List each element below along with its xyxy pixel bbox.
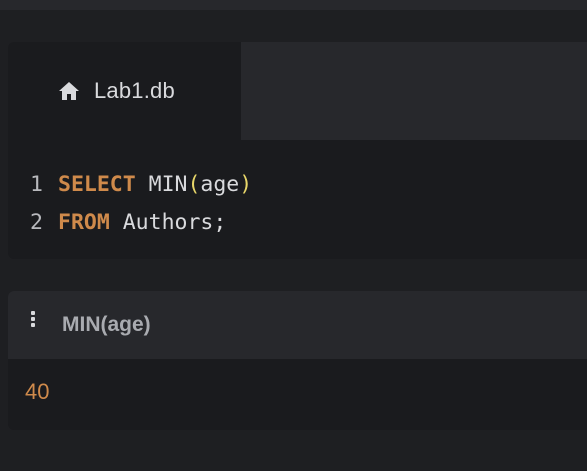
column-header-min-age[interactable]: MIN(age) (62, 291, 151, 359)
code-line-2: 2 FROM Authors; (8, 204, 587, 242)
table-name: Authors; (122, 210, 227, 235)
tab-label: Lab1.db (94, 78, 175, 103)
line-number: 2 (30, 210, 43, 235)
result-header: MIN(age) (8, 291, 587, 359)
code-line-1: 1 SELECT MIN(age) (8, 166, 587, 204)
sql-editor[interactable]: 1 SELECT MIN(age) 2 FROM Authors; (8, 166, 587, 242)
keyword-select: SELECT (58, 172, 136, 197)
kebab-menu-icon[interactable] (28, 309, 38, 329)
open-paren: ( (187, 172, 201, 197)
editor-panel: Lab1.db 1 SELECT MIN(age) 2 FROM Authors; (8, 42, 587, 259)
results-panel: MIN(age) 40 (8, 291, 587, 430)
top-strip (0, 0, 587, 10)
keyword-from: FROM (58, 210, 110, 235)
close-paren: ) (239, 172, 253, 197)
result-cell[interactable]: 40 (25, 359, 49, 430)
tab-bar: Lab1.db (8, 42, 587, 140)
function-name: MIN (148, 172, 188, 197)
line-number: 1 (30, 172, 43, 197)
home-icon (58, 81, 80, 101)
tab-lab1-db[interactable]: Lab1.db (8, 42, 241, 140)
column-arg: age (200, 172, 240, 197)
